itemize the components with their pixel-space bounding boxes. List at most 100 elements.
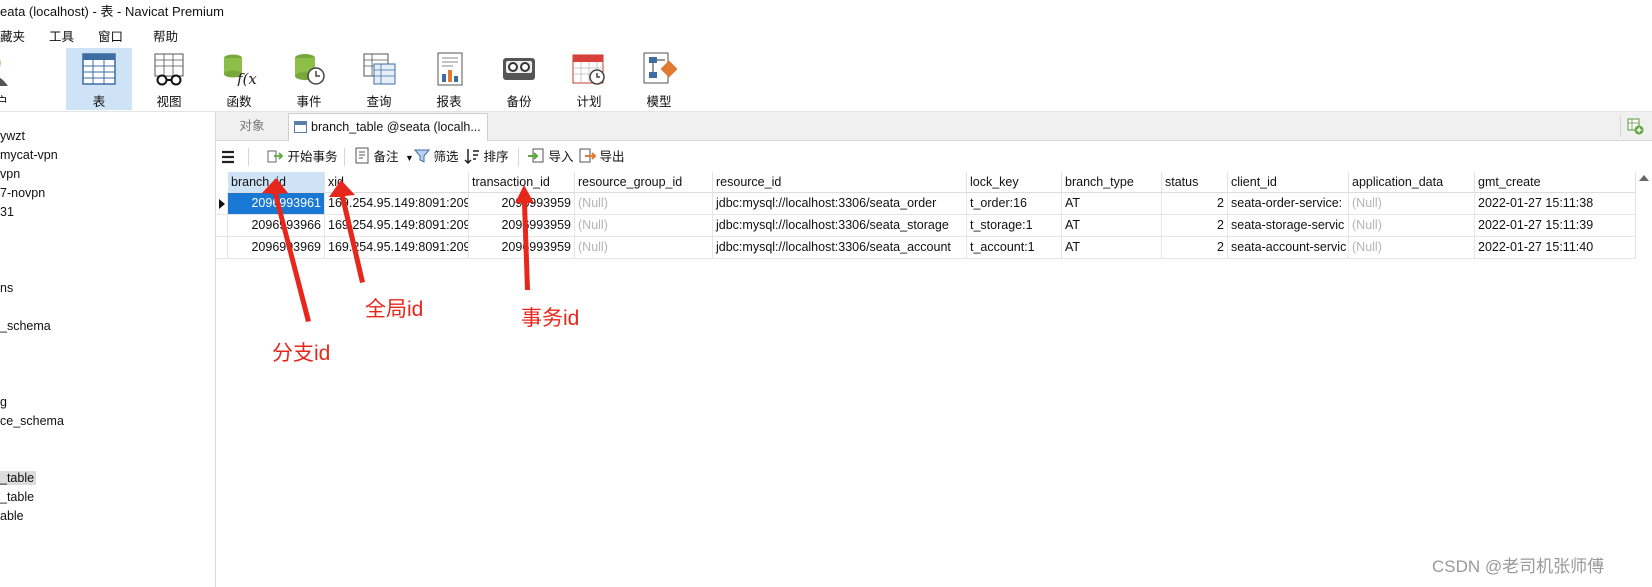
scroll-up-icon[interactable] (1639, 175, 1649, 181)
column-header[interactable]: application_data (1349, 172, 1475, 193)
tree-item[interactable]: _table (0, 490, 34, 504)
table-cell[interactable]: AT (1062, 237, 1162, 259)
import-button[interactable]: 导入 (527, 147, 574, 167)
filter-button[interactable]: 筛选 (413, 147, 459, 167)
column-header[interactable]: status (1162, 172, 1228, 193)
column-header[interactable]: branch_type (1062, 172, 1162, 193)
table-cell[interactable]: 2 (1162, 193, 1228, 215)
tree-item[interactable]: ns (0, 281, 13, 295)
table-cell[interactable]: seata-order-service: (1228, 193, 1349, 215)
column-header[interactable]: branch_id (228, 172, 325, 193)
chevron-down-icon[interactable]: ▼ (405, 153, 414, 163)
schedule-icon (572, 54, 605, 85)
menu-tools[interactable]: 工具 (49, 26, 74, 45)
row-indicator[interactable] (216, 237, 228, 259)
column-header[interactable]: transaction_id (469, 172, 575, 193)
ribbon-toolbar: 户 表 视图 f(x) 函数 事件 (0, 48, 1652, 112)
tab-label: branch_table @seata (localh... (311, 120, 481, 134)
data-toolbar: 开始事务 备注 ▼ 筛选 排序 导入 导出 (216, 142, 1652, 172)
begin-transaction-button[interactable]: 开始事务 (266, 147, 338, 167)
tree-item[interactable]: g (0, 395, 7, 409)
table-cell[interactable]: (Null) (575, 237, 713, 259)
table-cell[interactable]: 2096993961 (228, 193, 325, 215)
row-indicator[interactable] (216, 193, 228, 215)
table-cell[interactable]: (Null) (1349, 193, 1475, 215)
ribbon-function-button[interactable]: f(x) 函数 (206, 48, 272, 110)
export-icon (579, 148, 597, 163)
table-cell[interactable]: 2096993959 (469, 237, 575, 259)
column-header[interactable]: lock_key (967, 172, 1062, 193)
table-cell[interactable]: t_order:16 (967, 193, 1062, 215)
table-cell[interactable]: t_account:1 (967, 237, 1062, 259)
menu-window[interactable]: 窗口 (98, 26, 123, 45)
menu-help[interactable]: 帮助 (153, 26, 178, 45)
tree-item[interactable]: _schema (0, 319, 51, 333)
table-cell[interactable]: (Null) (1349, 215, 1475, 237)
table-cell[interactable]: 2022-01-27 15:11:39 (1475, 215, 1636, 237)
column-header[interactable]: resource_group_id (575, 172, 713, 193)
table-cell[interactable]: (Null) (575, 193, 713, 215)
table-cell[interactable]: 2 (1162, 237, 1228, 259)
connection-tree-sidebar[interactable]: ywzt mycat-vpn vpn 7-novpn 31 ns _schema… (0, 112, 216, 587)
table-cell[interactable]: 169.254.95.149:8091:2096 (325, 193, 469, 215)
tab-branch-table[interactable]: branch_table @seata (localh... (288, 113, 488, 141)
tree-item[interactable]: ce_schema (0, 414, 64, 428)
tree-item[interactable]: 31 (0, 205, 14, 219)
ribbon-model-button[interactable]: 模型 (626, 48, 692, 110)
table-cell[interactable]: 2022-01-27 15:11:40 (1475, 237, 1636, 259)
menu-button[interactable] (220, 147, 238, 167)
table-cell[interactable]: seata-account-servic (1228, 237, 1349, 259)
table-cell[interactable]: 2022-01-27 15:11:38 (1475, 193, 1636, 215)
note-icon (355, 147, 369, 164)
column-header[interactable]: gmt_create (1475, 172, 1636, 193)
tree-item[interactable]: able (0, 509, 24, 523)
table-cell[interactable]: 2096993969 (228, 237, 325, 259)
table-cell[interactable]: AT (1062, 215, 1162, 237)
tree-item-selected[interactable]: _table (0, 471, 37, 485)
tree-item[interactable]: 7-novpn (0, 186, 45, 200)
ribbon-report-button[interactable]: 报表 (416, 48, 482, 110)
table-cell[interactable]: t_storage:1 (967, 215, 1062, 237)
ribbon-schedule-button[interactable]: 计划 (556, 48, 622, 110)
table-cell[interactable]: (Null) (1349, 237, 1475, 259)
query-icon (363, 53, 396, 85)
function-icon: f(x) (224, 54, 257, 86)
tree-item[interactable]: ywzt (0, 129, 25, 143)
note-button[interactable]: 备注 ▼ (354, 147, 414, 167)
table-cell[interactable]: (Null) (575, 215, 713, 237)
table-cell[interactable]: seata-storage-servic (1228, 215, 1349, 237)
table-cell[interactable]: jdbc:mysql://localhost:3306/seata_storag… (713, 215, 967, 237)
column-header[interactable]: xid (325, 172, 469, 193)
tree-item[interactable]: vpn (0, 167, 20, 181)
ribbon-event-button[interactable]: 事件 (276, 48, 342, 110)
ribbon-view-button[interactable]: 视图 (136, 48, 202, 110)
table-cell[interactable]: 169.254.95.149:8091:2096 (325, 215, 469, 237)
view-icon (154, 53, 184, 86)
table-cell[interactable]: jdbc:mysql://localhost:3306/seata_order (713, 193, 967, 215)
ribbon-table-button[interactable]: 表 (66, 48, 132, 110)
tab-objects[interactable]: 对象 (216, 112, 288, 141)
new-tab-button[interactable] (1620, 115, 1646, 137)
table-cell[interactable]: 169.254.95.149:8091:2096 (325, 237, 469, 259)
filter-icon (413, 149, 431, 163)
table-cell[interactable]: 2096993966 (228, 215, 325, 237)
ribbon-query-button[interactable]: 查询 (346, 48, 412, 110)
table-cell[interactable]: jdbc:mysql://localhost:3306/seata_accoun… (713, 237, 967, 259)
table-cell[interactable]: 2096993959 (469, 193, 575, 215)
column-header[interactable]: client_id (1228, 172, 1349, 193)
export-button[interactable]: 导出 (578, 147, 625, 167)
table-cell[interactable]: 2096993959 (469, 215, 575, 237)
menu-favorites[interactable]: 藏夹 (0, 26, 25, 45)
table-cell[interactable]: 2 (1162, 215, 1228, 237)
vertical-scrollbar[interactable] (1636, 172, 1652, 587)
backup-icon (503, 58, 535, 80)
row-indicator[interactable] (216, 215, 228, 237)
import-icon (528, 148, 544, 163)
sort-button[interactable]: 排序 (464, 147, 509, 167)
column-header[interactable]: resource_id (713, 172, 967, 193)
tree-item[interactable]: mycat-vpn (0, 148, 58, 162)
ribbon-backup-button[interactable]: 备份 (486, 48, 552, 110)
ribbon-user-button[interactable]: 户 (0, 48, 26, 110)
table-cell[interactable]: AT (1062, 193, 1162, 215)
watermark: CSDN @老司机张师傅 (1432, 557, 1605, 576)
